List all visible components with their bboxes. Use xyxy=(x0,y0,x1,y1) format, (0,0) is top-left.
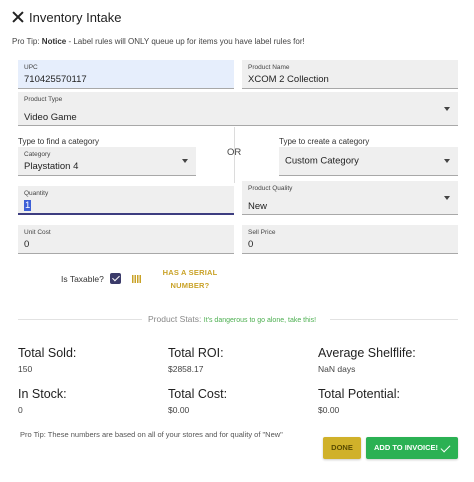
done-button[interactable]: DONE xyxy=(323,437,361,459)
find-category-heading: Type to find a category xyxy=(18,137,99,146)
in-stock-value: 0 xyxy=(18,405,23,415)
taxable-label: Is Taxable? xyxy=(61,274,104,284)
total-sold-value: 150 xyxy=(18,364,33,374)
product-quality-value: New xyxy=(248,201,268,212)
chevron-down-icon xyxy=(444,195,450,200)
pro-tip-stats: Pro Tip: These numbers are based on all … xyxy=(20,430,283,439)
product-quality-select[interactable]: Product Quality New xyxy=(242,181,458,215)
divider xyxy=(18,319,142,320)
unit-cost-value: 0 xyxy=(24,239,30,250)
chevron-down-icon xyxy=(444,159,450,163)
serial-number-button[interactable]: HAS A SERIAL NUMBER? xyxy=(150,266,230,292)
total-roi-label: Total ROI: xyxy=(168,346,224,360)
in-stock-label: In Stock: xyxy=(18,387,67,401)
close-icon[interactable] xyxy=(12,11,24,23)
quantity-value: 1 xyxy=(24,200,32,211)
total-potential-value: $0.00 xyxy=(318,405,340,415)
dialog-title: Inventory Intake xyxy=(29,10,122,25)
avg-shelflife-label: Average Shelflife: xyxy=(318,346,416,360)
total-roi-value: $2858.17 xyxy=(168,364,204,374)
custom-category-value: Custom Category xyxy=(285,155,359,167)
category-select[interactable]: Category Playstation 4 xyxy=(18,147,196,176)
category-label: Category xyxy=(24,151,51,158)
product-stats-title: Product Stats: It's dangerous to go alon… xyxy=(148,314,317,324)
create-category-heading: Type to create a category xyxy=(279,137,370,146)
pro-tip-notice: Pro Tip: Notice - Label rules will ONLY … xyxy=(12,37,305,46)
product-type-label: Product Type xyxy=(24,96,63,103)
chevron-down-icon xyxy=(182,159,188,163)
product-type-value: Video Game xyxy=(24,112,77,123)
total-sold-label: Total Sold: xyxy=(18,346,77,360)
category-value: Playstation 4 xyxy=(24,161,79,172)
product-name-value: XCOM 2 Collection xyxy=(248,74,329,85)
product-name-label: Product Name xyxy=(248,64,290,71)
sell-price-label: Sell Price xyxy=(248,229,276,236)
total-cost-label: Total Cost: xyxy=(168,387,228,401)
product-type-select[interactable]: Product Type Video Game xyxy=(18,92,458,126)
sell-price-field[interactable]: Sell Price 0 xyxy=(242,225,458,254)
custom-category-select[interactable]: Custom Category xyxy=(279,147,458,176)
upc-value: 710425570117 xyxy=(24,74,87,85)
check-icon xyxy=(440,442,451,453)
or-separator: OR xyxy=(227,147,242,158)
quantity-label: Quantity xyxy=(24,190,49,197)
chevron-down-icon xyxy=(444,106,450,111)
avg-shelflife-value: NaN days xyxy=(318,364,356,374)
unit-cost-label: Unit Cost xyxy=(24,229,51,236)
taxable-checkbox[interactable] xyxy=(110,273,121,284)
quantity-field[interactable]: Quantity 1 xyxy=(18,186,234,215)
upc-label: UPC xyxy=(24,64,38,71)
total-cost-value: $0.00 xyxy=(168,405,190,415)
total-potential-label: Total Potential: xyxy=(318,387,400,401)
add-to-invoice-button[interactable]: ADD TO INVOICE! xyxy=(366,437,458,459)
sell-price-value: 0 xyxy=(248,239,254,250)
divider xyxy=(330,319,458,320)
barcode-icon[interactable] xyxy=(132,275,142,283)
product-quality-label: Product Quality xyxy=(248,185,293,192)
unit-cost-field[interactable]: Unit Cost 0 xyxy=(18,225,234,254)
product-name-field[interactable]: Product Name XCOM 2 Collection xyxy=(242,60,458,89)
upc-field[interactable]: UPC 710425570117 xyxy=(18,60,234,89)
dialog-header: Inventory Intake xyxy=(0,0,474,36)
